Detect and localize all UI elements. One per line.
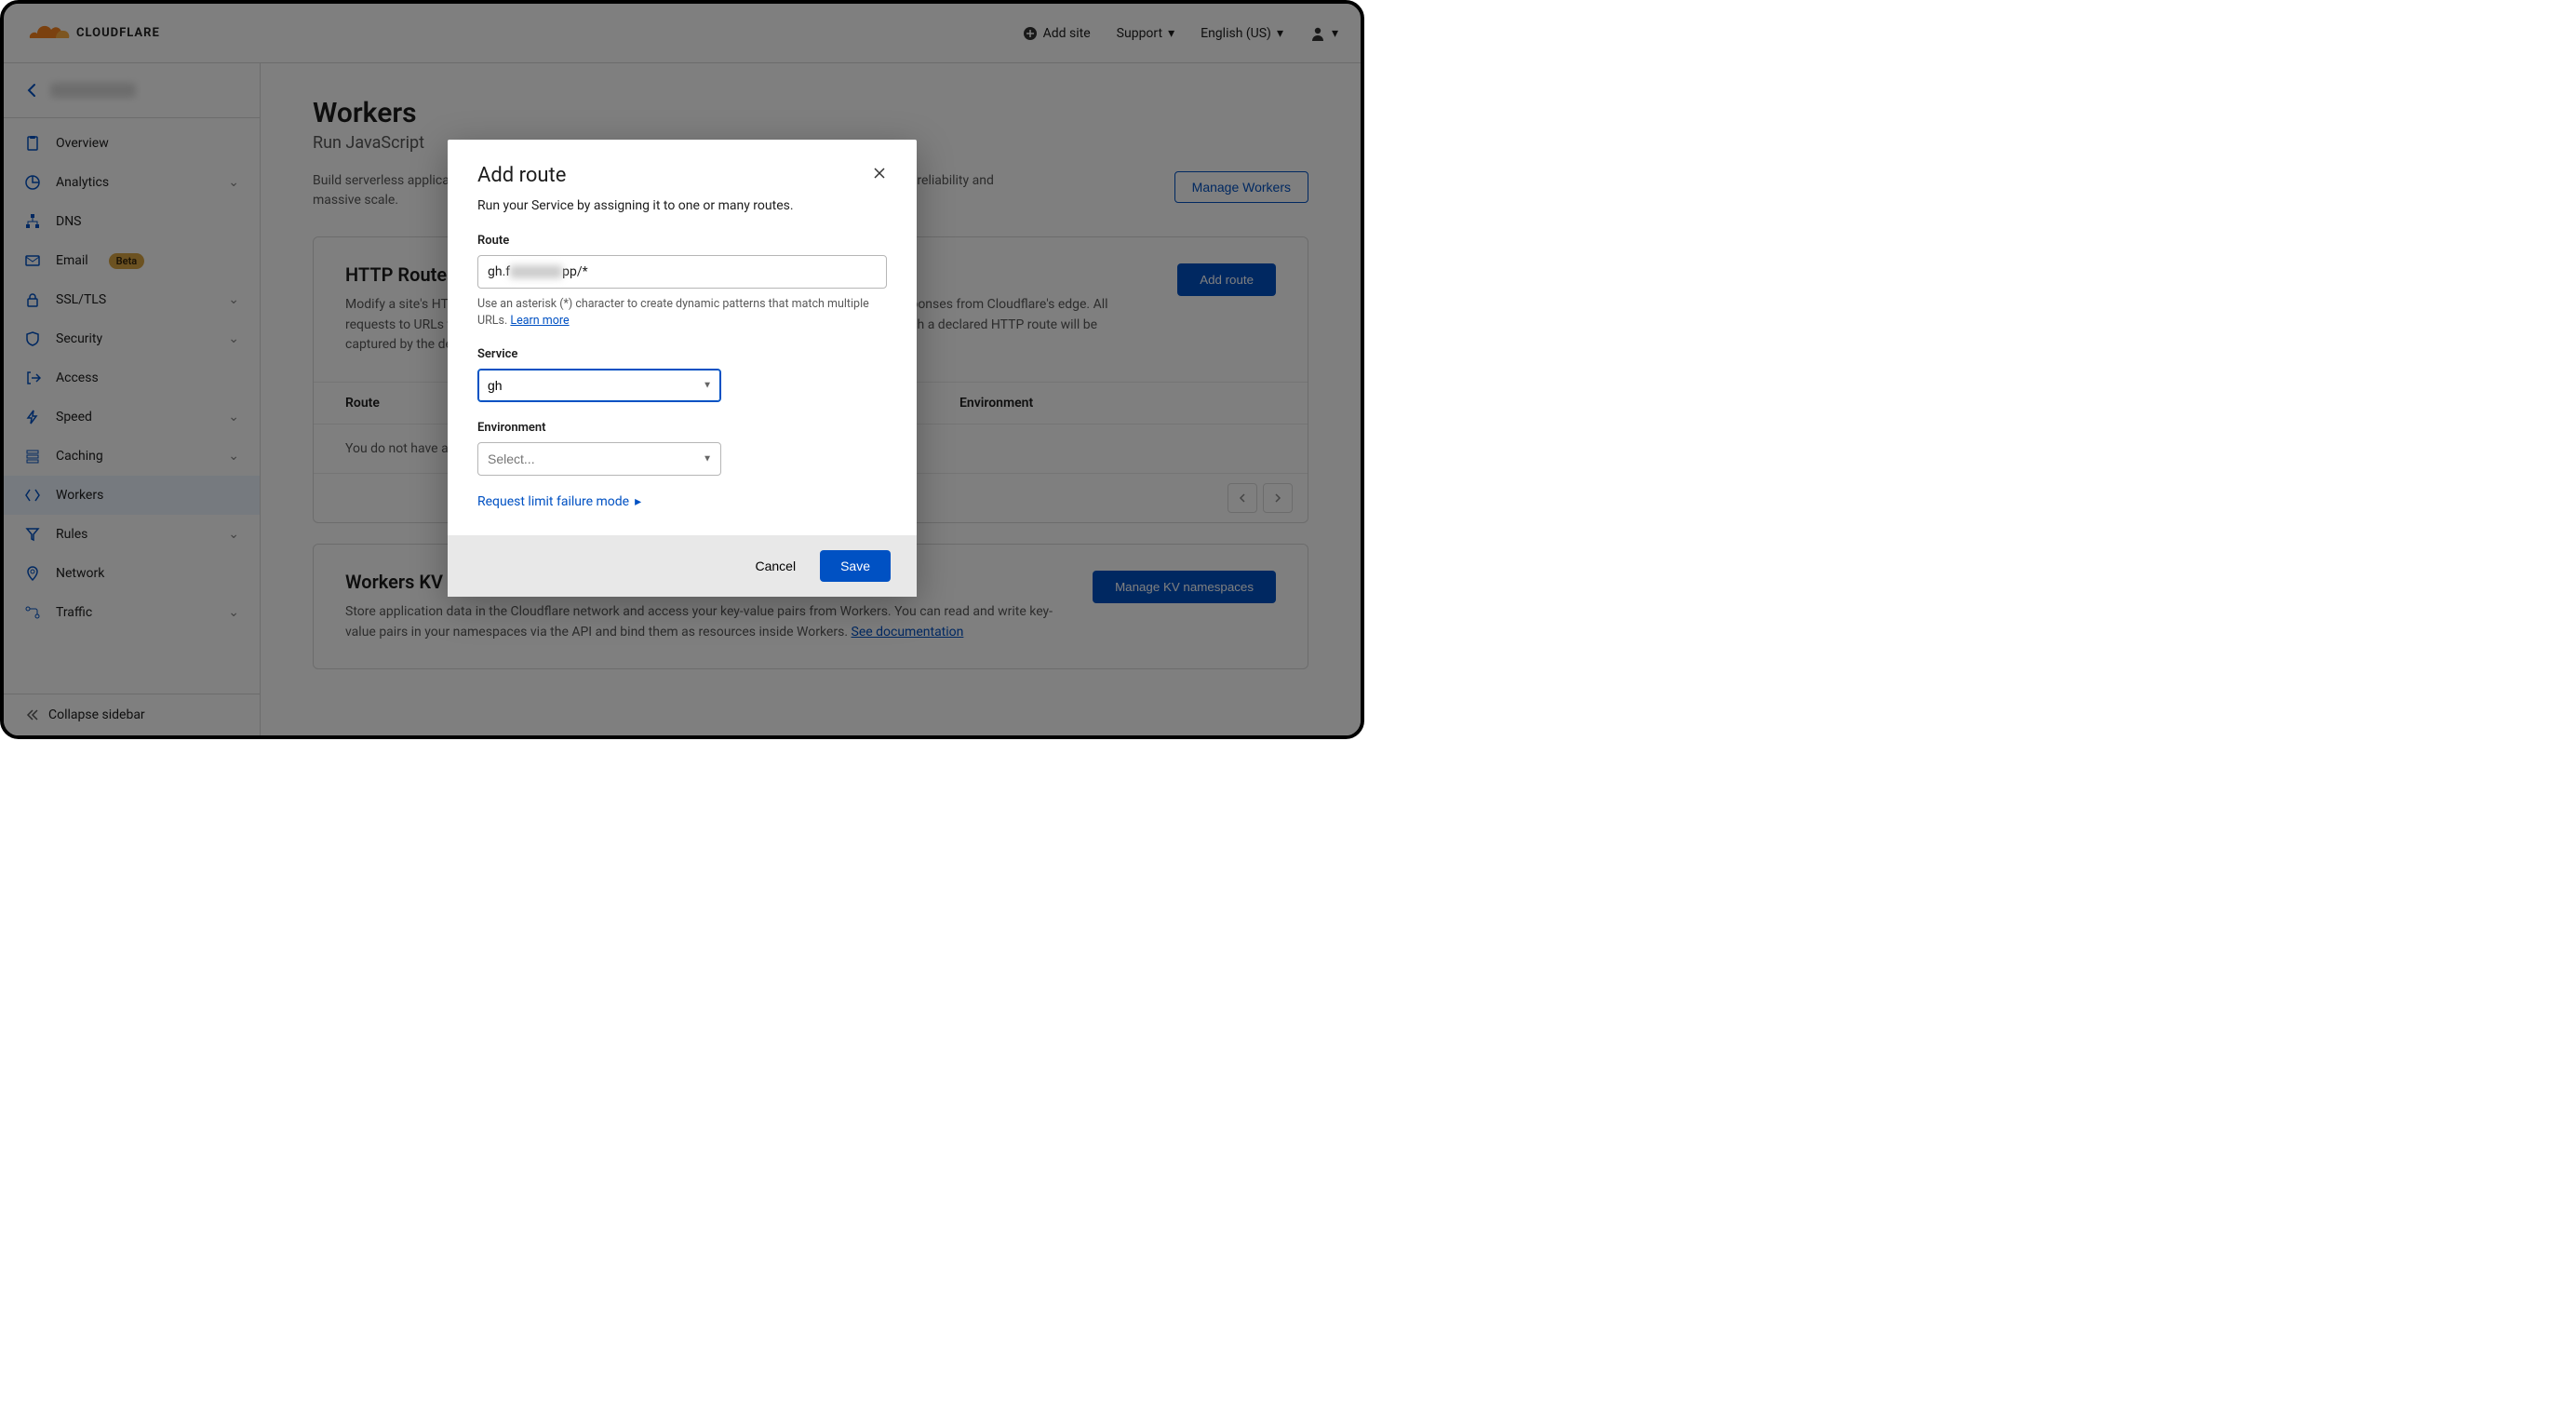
service-value[interactable]: [477, 369, 721, 402]
modal-hint: Run your Service by assigning it to one …: [477, 198, 887, 213]
route-help: Use an asterisk (*) character to create …: [477, 296, 887, 329]
modal-title: Add route: [477, 164, 566, 187]
environment-select[interactable]: ▼: [477, 442, 721, 476]
service-select[interactable]: ▼: [477, 369, 721, 402]
request-limit-failure-mode-toggle[interactable]: Request limit failure mode ▸: [477, 494, 641, 509]
route-redacted-segment: [510, 265, 562, 278]
learn-more-link[interactable]: Learn more: [510, 314, 569, 328]
add-route-modal: Add route Run your Service by assigning …: [448, 140, 917, 597]
environment-label: Environment: [477, 421, 887, 435]
triangle-right-icon: ▸: [635, 494, 641, 509]
modal-overlay[interactable]: Add route Run your Service by assigning …: [4, 4, 1361, 735]
route-input[interactable]: gh.fpp/*: [477, 255, 887, 289]
close-icon: [872, 166, 887, 181]
save-button[interactable]: Save: [820, 550, 891, 582]
route-label: Route: [477, 234, 887, 248]
service-label: Service: [477, 347, 887, 361]
cancel-button[interactable]: Cancel: [744, 550, 807, 582]
close-modal-button[interactable]: [872, 164, 887, 187]
environment-value[interactable]: [477, 442, 721, 476]
